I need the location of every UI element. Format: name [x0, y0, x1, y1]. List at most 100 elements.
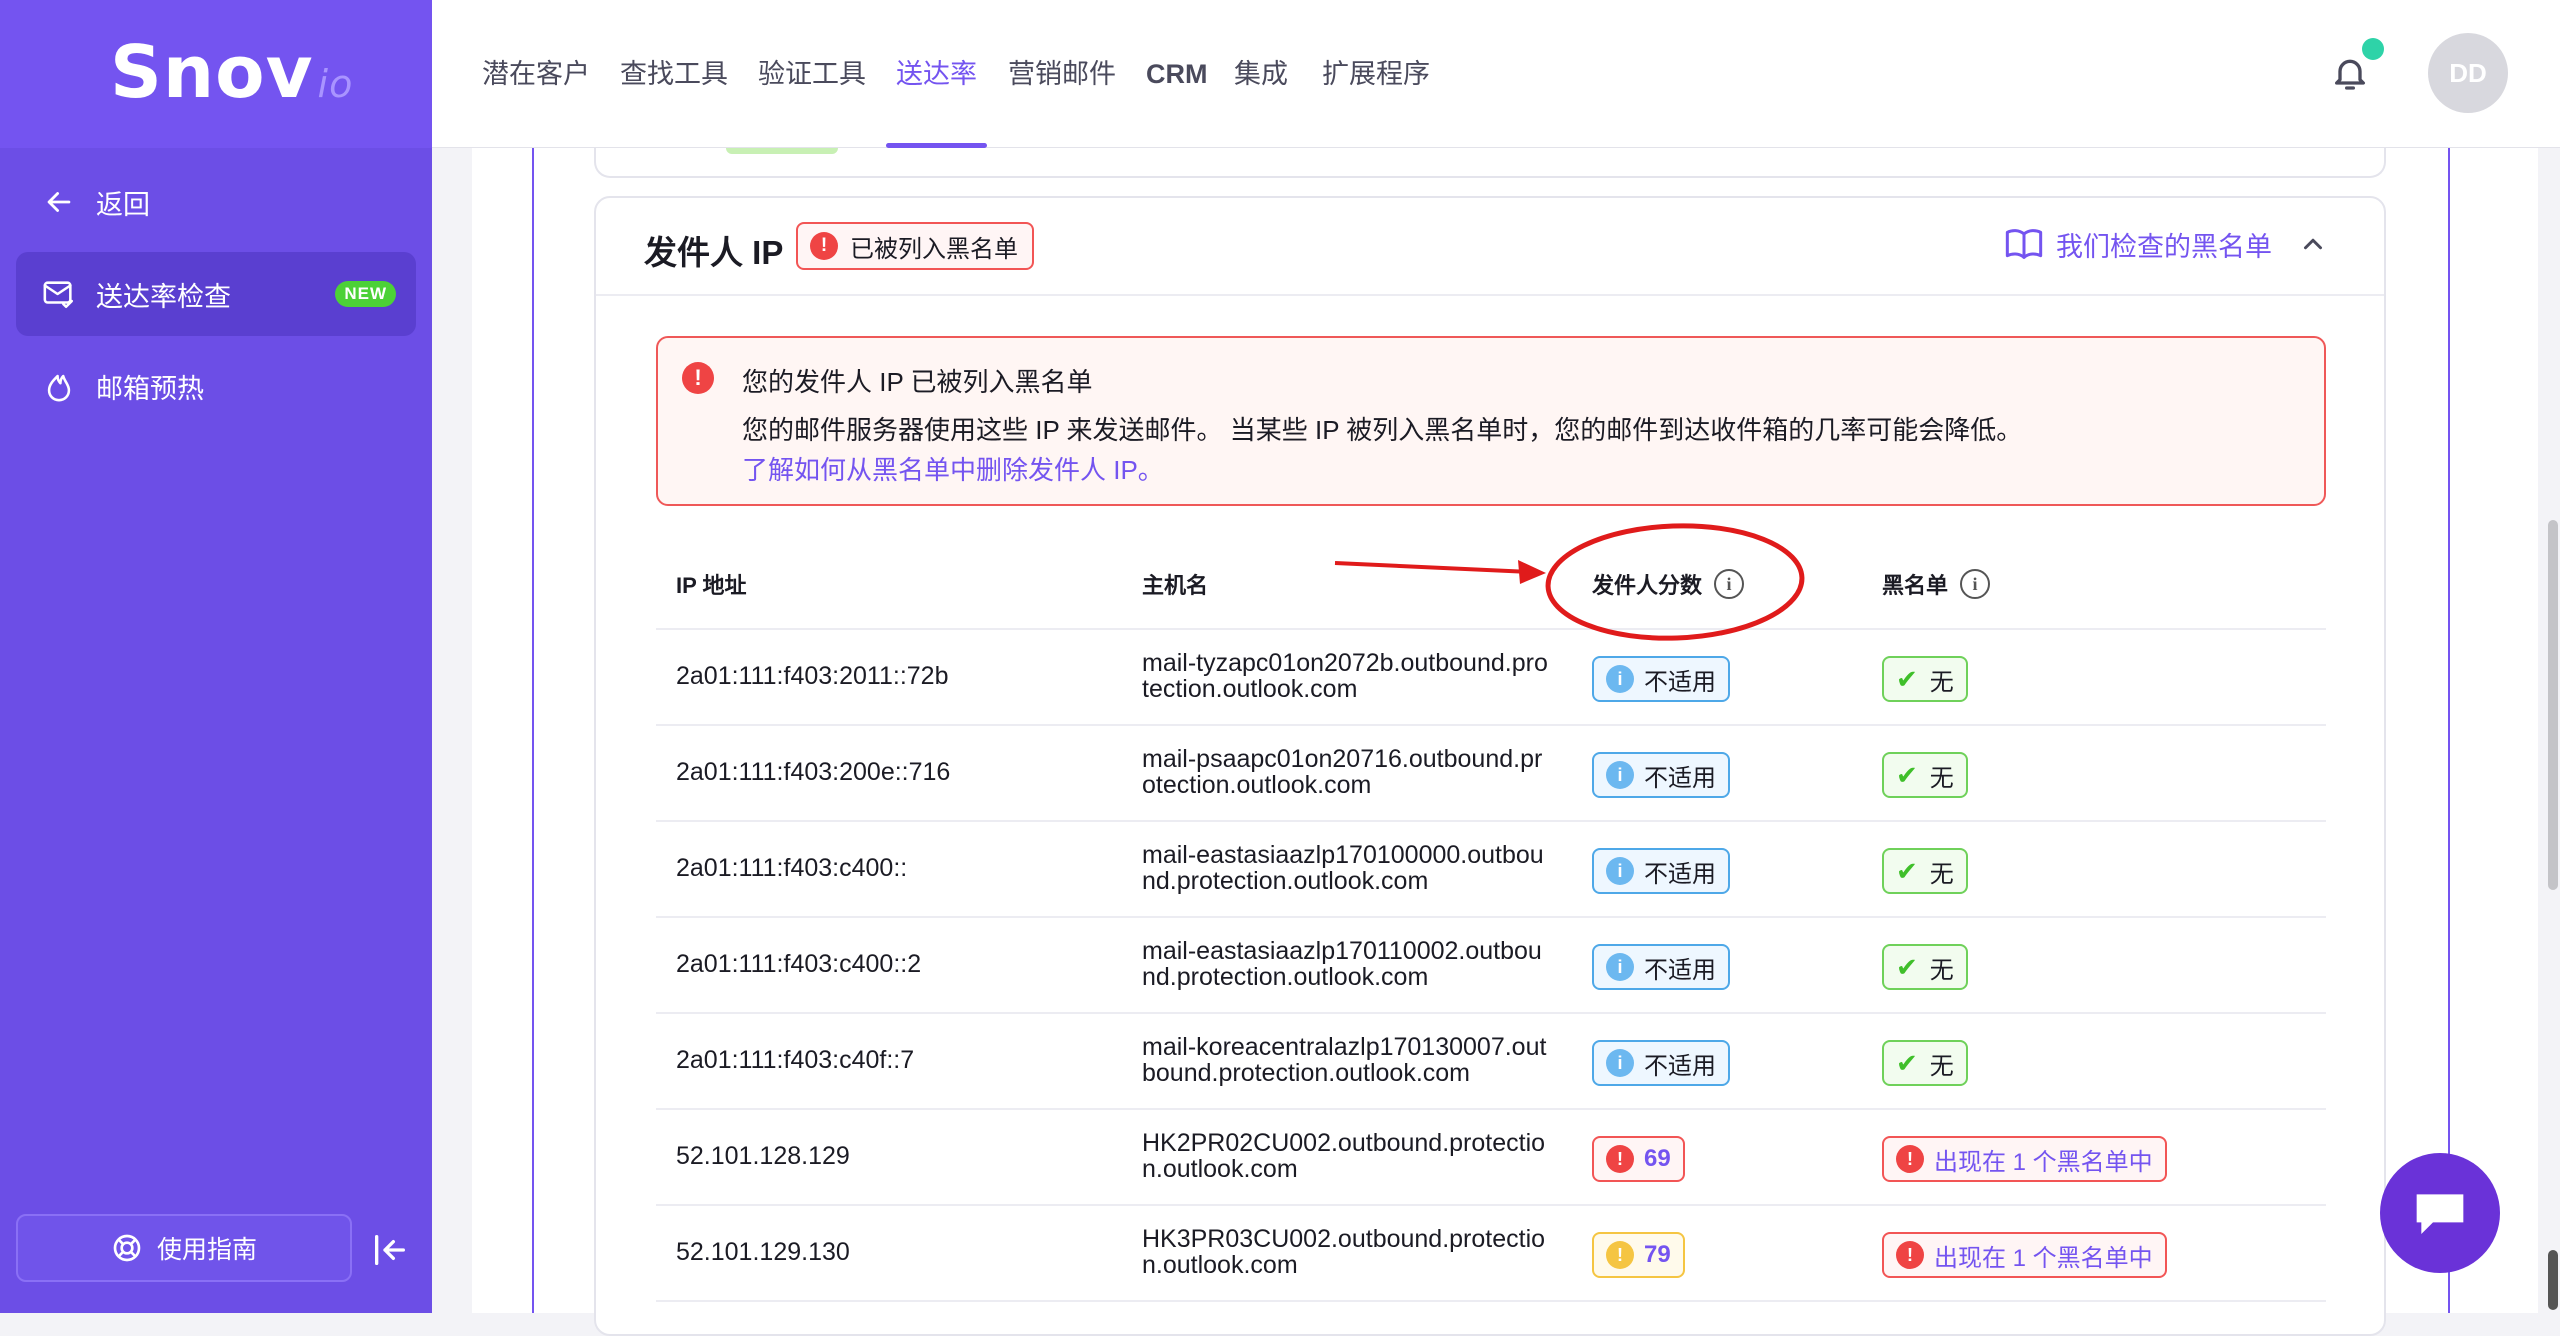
mail-check-icon — [43, 281, 74, 309]
ip-address: 2a01:111:f403:200e::716 — [676, 758, 951, 786]
header-blacklist: 黑名单 i — [1882, 568, 1991, 600]
hostname: mail-eastasiaazlp170110002.outbound.prot… — [1142, 937, 1542, 991]
sidebar-item-deliverability-check[interactable]: 送达率检查 NEW — [16, 252, 416, 336]
avatar[interactable]: DD — [2428, 33, 2508, 113]
blacklist-status-badge[interactable]: ! 出现在 1 个黑名单中 — [1882, 1232, 2167, 1278]
ip-address: 2a01:111:f403:c400:: — [676, 854, 908, 882]
alert-description: 您的邮件服务器使用这些 IP 来发送邮件。 当某些 IP 被列入黑名单时，您的邮… — [742, 415, 2023, 445]
check-icon: ✔ — [1896, 1047, 1918, 1078]
error-icon: ! — [1896, 1241, 1924, 1269]
sidebar-item-warmup[interactable]: 邮箱预热 — [16, 344, 416, 428]
new-badge: NEW — [335, 281, 396, 307]
hostname: mail-tyzapc01on2072b.outbound.protection… — [1142, 649, 1548, 703]
nav-leads[interactable]: 潜在客户 — [482, 0, 590, 148]
blacklist-status-label: 无 — [1929, 764, 1954, 792]
blacklist-status-badge: ✔ 无 — [1882, 848, 1968, 894]
warning-icon: ! — [1606, 1145, 1634, 1173]
remove-from-blacklist-link[interactable]: 了解如何从黑名单中删除发件人 IP。 — [742, 450, 1164, 487]
table-row: 52.101.128.129 HK2PR02CU002.outbound.prot… — [656, 1110, 2326, 1206]
nav-campaigns[interactable]: 营销邮件 — [1008, 0, 1116, 148]
sender-score-badge: i 不适用 — [1592, 1040, 1730, 1086]
hostname: mail-eastasiaazlp170100000.outbound.prot… — [1142, 841, 1544, 895]
back-label: 返回 — [96, 189, 150, 220]
scrollbar-thumb[interactable] — [2548, 520, 2558, 890]
nav-deliverability[interactable]: 送达率 — [886, 0, 987, 148]
blacklist-status-label: 出现在 1 个黑名单中 — [1934, 1244, 2153, 1272]
alert-title: 您的发件人 IP 已被列入黑名单 — [742, 367, 1093, 397]
check-icon: ✔ — [1896, 855, 1918, 886]
lifebuoy-icon — [113, 1234, 141, 1262]
info-icon[interactable]: i — [1960, 569, 1991, 599]
blacklists-checked-link[interactable]: 我们检查的黑名单 — [2004, 224, 2328, 264]
sender-ip-table: IP 地址 主机名 发件人分数 i 黑名单 i 2a01:111:f403:2011… — [656, 538, 2326, 1302]
blacklist-status-badge[interactable]: ! 出现在 1 个黑名单中 — [1882, 1136, 2167, 1182]
bell-icon[interactable] — [2330, 50, 2370, 96]
error-icon: ! — [1896, 1145, 1924, 1173]
nav-finder-tools[interactable]: 查找工具 — [620, 0, 728, 148]
blacklist-status-badge: ✔ 无 — [1882, 656, 1968, 702]
table-row: 2a01:111:f403:c40f::7 mail-koreacentralaz… — [656, 1014, 2326, 1110]
sender-score-value: 69 — [1644, 1145, 1671, 1172]
blacklist-status-label: 无 — [1929, 956, 1954, 984]
check-icon: ✔ — [1896, 951, 1918, 982]
nav-extensions[interactable]: 扩展程序 — [1322, 0, 1430, 148]
sender-score-badge: ! 79 — [1592, 1232, 1685, 1278]
previous-card-pill — [726, 148, 838, 154]
ip-address: 2a01:111:f403:2011::72b — [676, 662, 949, 690]
hostname: HK2PR02CU002.outbound.protection.outlook… — [1142, 1129, 1546, 1183]
table-row: 2a01:111:f403:c400::2 mail-eastasiaazlp17… — [656, 918, 2326, 1014]
book-icon — [2005, 229, 2043, 259]
info-icon: i — [1606, 665, 1634, 693]
ip-address: 2a01:111:f403:c40f::7 — [676, 1046, 915, 1074]
card-title: 发件人 IP — [644, 234, 784, 271]
collapse-sidebar-icon[interactable] — [370, 1230, 410, 1270]
snov-logo[interactable]: Snov io — [110, 30, 353, 114]
back-button[interactable]: 返回 — [16, 160, 416, 244]
alert-error-icon: ! — [682, 362, 714, 394]
notification-dot — [2362, 38, 2384, 60]
nav-crm[interactable]: CRM — [1146, 0, 1208, 148]
info-icon: i — [1606, 857, 1634, 885]
sender-score-badge: i 不适用 — [1592, 944, 1730, 990]
sender-score-badge: i 不适用 — [1592, 656, 1730, 702]
table-header: IP 地址 主机名 发件人分数 i 黑名单 i — [656, 538, 2326, 630]
blacklist-status-label: 出现在 1 个黑名单中 — [1934, 1148, 2153, 1176]
blacklist-status-badge: ✔ 无 — [1882, 1040, 1968, 1086]
chat-button[interactable] — [2380, 1153, 2500, 1273]
blacklist-status-label: 无 — [1929, 1052, 1954, 1080]
warning-icon: ! — [1606, 1241, 1634, 1269]
ip-address: 52.101.128.129 — [676, 1142, 850, 1170]
sidebar: Snov io 返回 送达率检查 NEW 邮箱预热 使用指南 — [0, 0, 432, 1313]
nav-verifier-tools[interactable]: 验证工具 — [758, 0, 866, 148]
status-badge-label: 已被列入黑名单 — [850, 235, 1018, 263]
sender-score-value: 不适用 — [1644, 668, 1716, 696]
guide-button[interactable]: 使用指南 — [16, 1214, 352, 1282]
card-header[interactable]: 发件人 IP ! 已被列入黑名单 我们检查的黑名单 — [596, 198, 2384, 296]
header-sender-score: 发件人分数 i — [1592, 568, 1745, 600]
hostname: mail-koreacentralazlp170130007.outbound.… — [1142, 1033, 1547, 1087]
sender-score-badge: ! 69 — [1592, 1136, 1685, 1182]
hostname: mail-psaapc01on20716.outbound.protection… — [1142, 745, 1543, 799]
blacklisted-status-badge: ! 已被列入黑名单 — [796, 222, 1034, 270]
info-icon: i — [1606, 1049, 1634, 1077]
ip-address: 52.101.129.130 — [676, 1238, 850, 1266]
sender-score-badge: i 不适用 — [1592, 752, 1730, 798]
sender-score-value: 不适用 — [1644, 764, 1716, 792]
info-icon[interactable]: i — [1714, 569, 1745, 599]
flame-icon — [47, 374, 71, 402]
table-row: 52.101.129.130 HK3PR03CU002.outbound.prot… — [656, 1206, 2326, 1302]
blacklist-alert: ! 您的发件人 IP 已被列入黑名单 您的邮件服务器使用这些 IP 来发送邮件。… — [656, 336, 2326, 506]
sender-score-value: 79 — [1644, 1241, 1671, 1268]
table-row: 2a01:111:f403:200e::716 mail-psaapc01on20… — [656, 726, 2326, 822]
header-ip: IP 地址 — [676, 573, 747, 598]
ip-address: 2a01:111:f403:c400::2 — [676, 950, 922, 978]
blacklist-status-label: 无 — [1929, 668, 1954, 696]
check-icon: ✔ — [1896, 759, 1918, 790]
previous-card — [594, 148, 2386, 178]
check-icon: ✔ — [1896, 663, 1918, 694]
nav-integrations[interactable]: 集成 — [1234, 0, 1288, 148]
blacklist-status-badge: ✔ 无 — [1882, 752, 1968, 798]
table-row: 2a01:111:f403:2011::72b mail-tyzapc01on20… — [656, 630, 2326, 726]
scrollbar-bottom[interactable] — [2548, 1250, 2558, 1310]
chevron-up-icon[interactable] — [2298, 229, 2328, 259]
